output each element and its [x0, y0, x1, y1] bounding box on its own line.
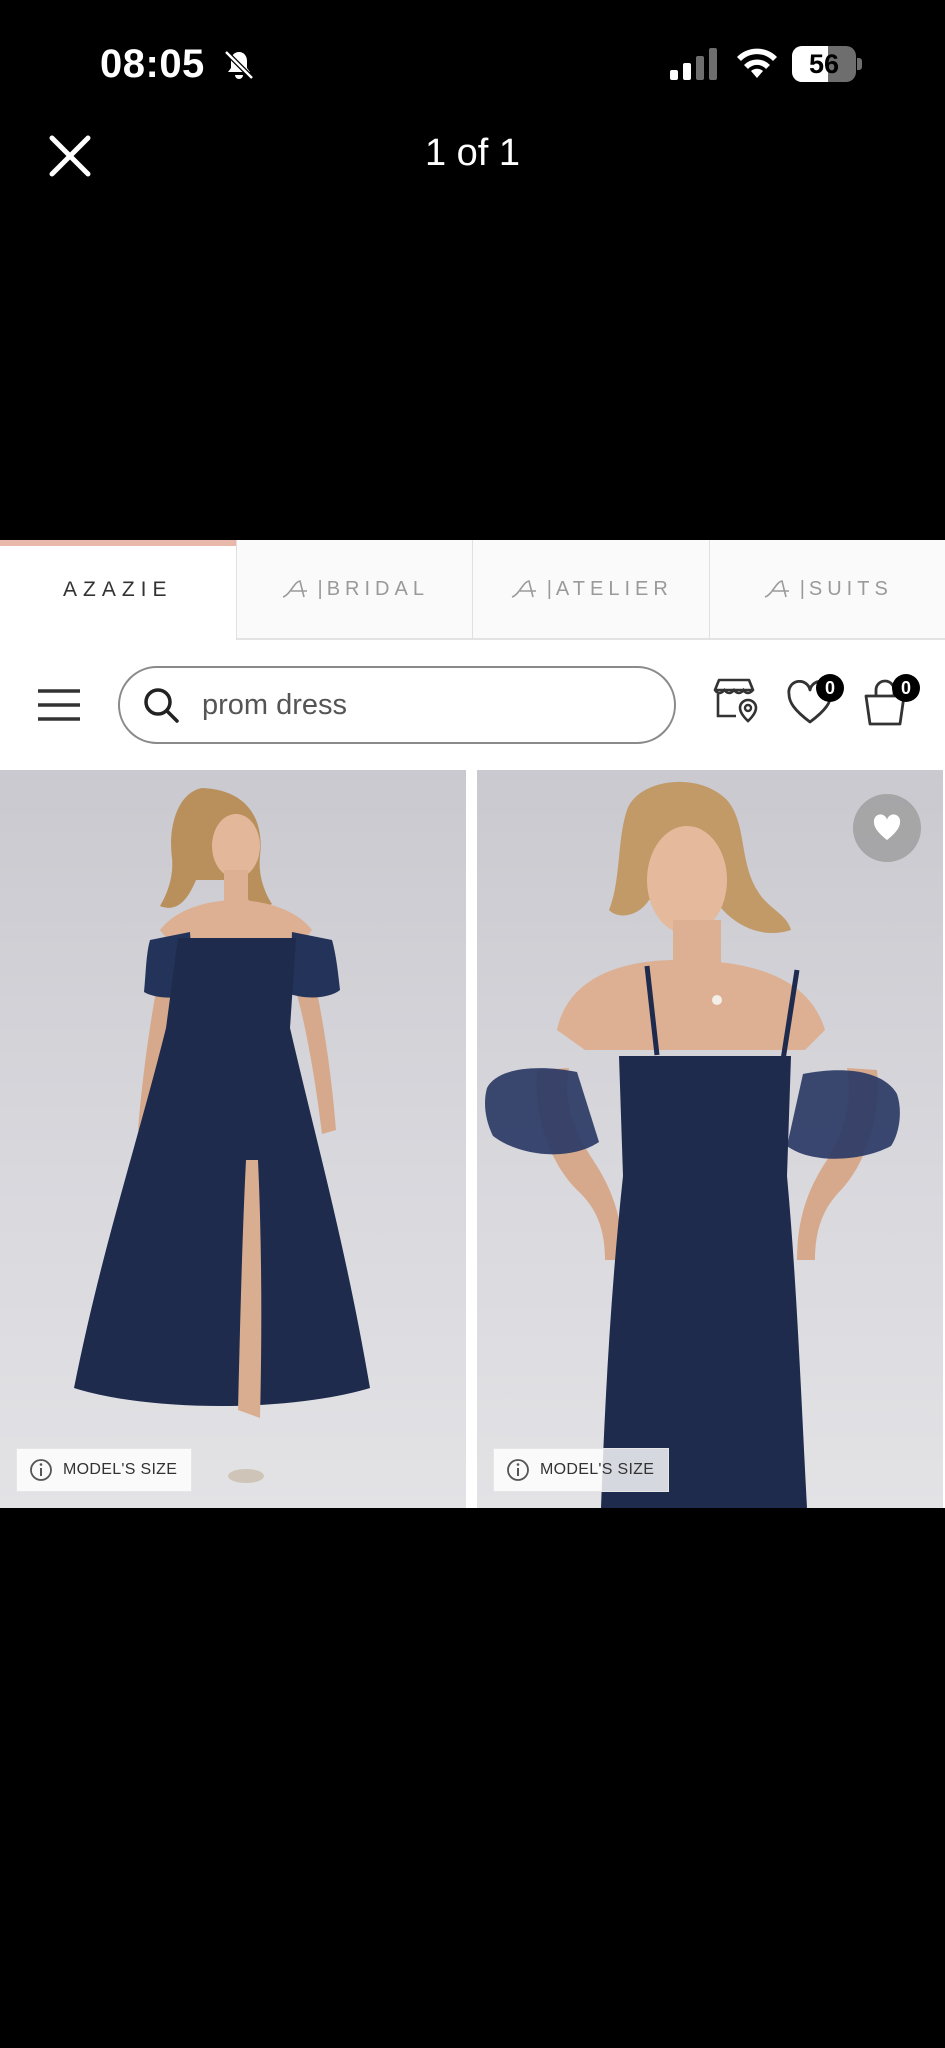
model-size-button[interactable]: MODEL'S SIZE	[493, 1448, 670, 1492]
tab-atelier[interactable]: | ATELIER	[473, 540, 710, 640]
info-icon	[30, 1459, 52, 1481]
brand-separator: |	[317, 577, 323, 600]
screenshot-image: AZAZIE | BRIDAL | ATELIER | SUITS prom d…	[0, 540, 945, 1508]
product-card[interactable]: MODEL'S SIZE	[0, 770, 466, 1508]
brand-separator: |	[546, 577, 552, 600]
tab-suits-label: SUITS	[808, 577, 893, 600]
tab-suits[interactable]: | SUITS	[709, 540, 945, 640]
model-size-label: MODEL'S SIZE	[540, 1461, 655, 1478]
favorite-button[interactable]	[853, 794, 921, 862]
product-photo-closeup	[485, 781, 900, 1508]
wishlist-count-badge: 0	[816, 674, 844, 702]
search-box[interactable]	[118, 666, 676, 744]
product-photo-full-length	[74, 788, 370, 1483]
battery-icon: 56	[792, 46, 862, 82]
tab-bridal[interactable]: | BRIDAL	[236, 540, 473, 640]
bell-slash-icon	[224, 50, 254, 80]
site-header: 0 0	[0, 640, 945, 770]
azazie-logo-icon	[511, 580, 536, 598]
tab-atelier-label: ATELIER	[555, 577, 673, 600]
azazie-logo-icon	[764, 580, 789, 598]
cellular-signal-icon	[670, 48, 717, 80]
image-counter: 1 of 1	[424, 132, 521, 174]
tab-azazie[interactable]: AZAZIE	[0, 540, 237, 640]
info-icon	[507, 1459, 529, 1481]
model-size-label: MODEL'S SIZE	[63, 1461, 178, 1478]
product-grid: MODEL'S SIZE MODEL'S SIZE	[0, 770, 945, 1508]
menu-icon[interactable]	[36, 688, 82, 722]
battery-percent: 56	[808, 49, 840, 79]
store-locator-icon[interactable]	[710, 676, 758, 724]
model-size-button[interactable]: MODEL'S SIZE	[16, 1448, 193, 1492]
brand-separator: |	[799, 577, 805, 600]
azazie-logo-icon	[282, 580, 307, 598]
heart-icon	[873, 814, 901, 840]
status-bar: 08:05 56	[0, 0, 945, 120]
search-icon	[144, 688, 179, 723]
wifi-icon	[737, 48, 777, 78]
bag-count-badge: 0	[892, 674, 920, 702]
tab-azazie-label: AZAZIE	[62, 578, 173, 601]
status-time: 08:05	[100, 42, 205, 86]
brand-tabs: AZAZIE | BRIDAL | ATELIER | SUITS	[0, 540, 945, 640]
search-input[interactable]	[202, 688, 642, 722]
tab-bridal-label: BRIDAL	[326, 577, 429, 600]
product-card[interactable]: MODEL'S SIZE	[477, 770, 943, 1508]
